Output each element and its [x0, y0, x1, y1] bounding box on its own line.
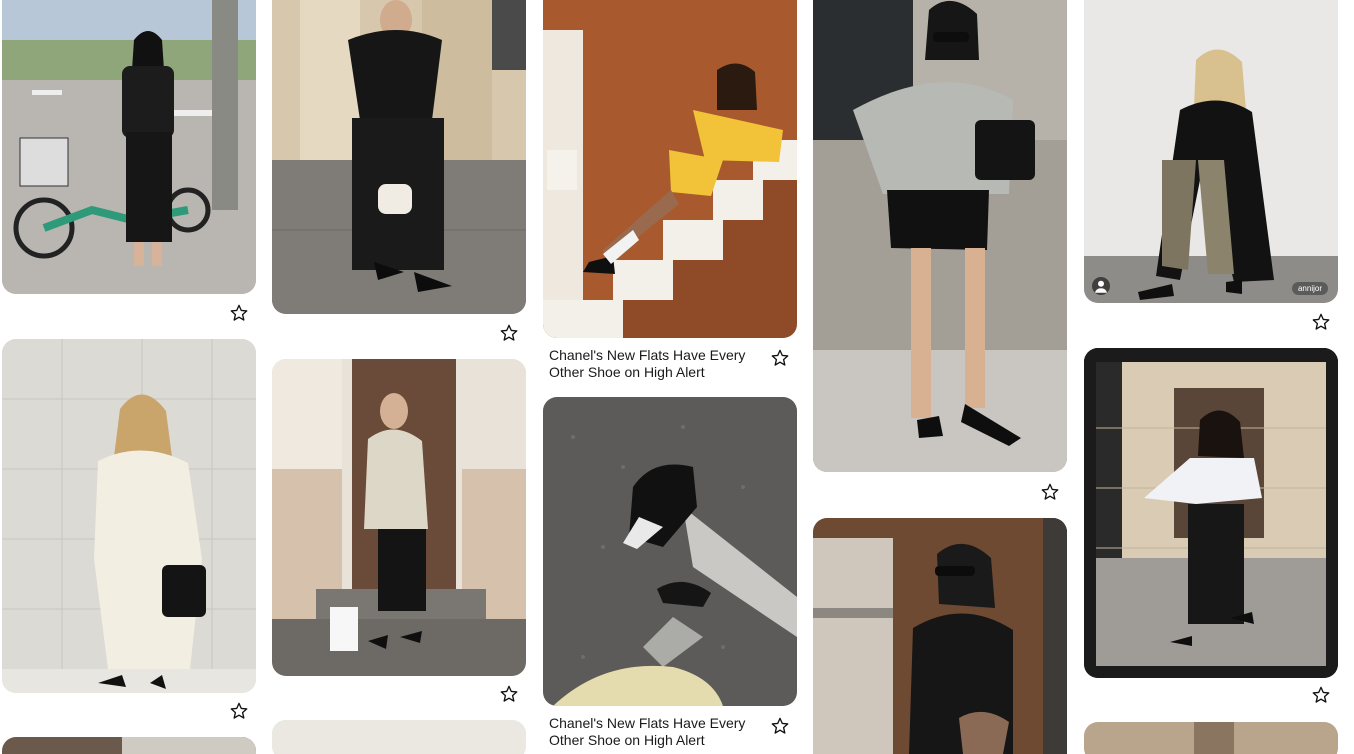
pin-image[interactable] [813, 0, 1067, 472]
save-star-icon[interactable] [1039, 481, 1061, 503]
pin-image[interactable] [1084, 722, 1338, 754]
pin-image[interactable] [543, 397, 797, 706]
pin-image[interactable] [543, 0, 797, 338]
pin-caption[interactable]: Chanel's New Flats Have Every Other Shoe… [549, 347, 759, 381]
save-star-icon[interactable] [1310, 311, 1332, 333]
pin-image[interactable] [272, 720, 526, 754]
save-star-icon[interactable] [498, 322, 520, 344]
pin-image[interactable] [2, 339, 256, 693]
pin-image[interactable] [813, 518, 1067, 754]
pin-image[interactable] [1084, 348, 1338, 678]
pin-image[interactable] [2, 737, 256, 754]
save-star-icon[interactable] [1310, 684, 1332, 706]
save-star-icon[interactable] [769, 347, 791, 369]
pin-image[interactable] [2, 0, 256, 294]
save-star-icon[interactable] [769, 715, 791, 737]
watermark-label: annijor [1291, 282, 1328, 295]
save-star-icon[interactable] [498, 683, 520, 705]
profile-avatar-icon[interactable] [1092, 277, 1110, 295]
pin-grid: Chanel's New Flats Have Every Other Shoe… [0, 0, 1354, 754]
pin-image[interactable] [272, 0, 526, 314]
pin-image[interactable] [272, 359, 526, 676]
pin-caption[interactable]: Chanel's New Flats Have Every Other Shoe… [549, 715, 759, 749]
pin-image[interactable]: annijor [1084, 0, 1338, 303]
save-star-icon[interactable] [228, 302, 250, 324]
save-star-icon[interactable] [228, 700, 250, 722]
